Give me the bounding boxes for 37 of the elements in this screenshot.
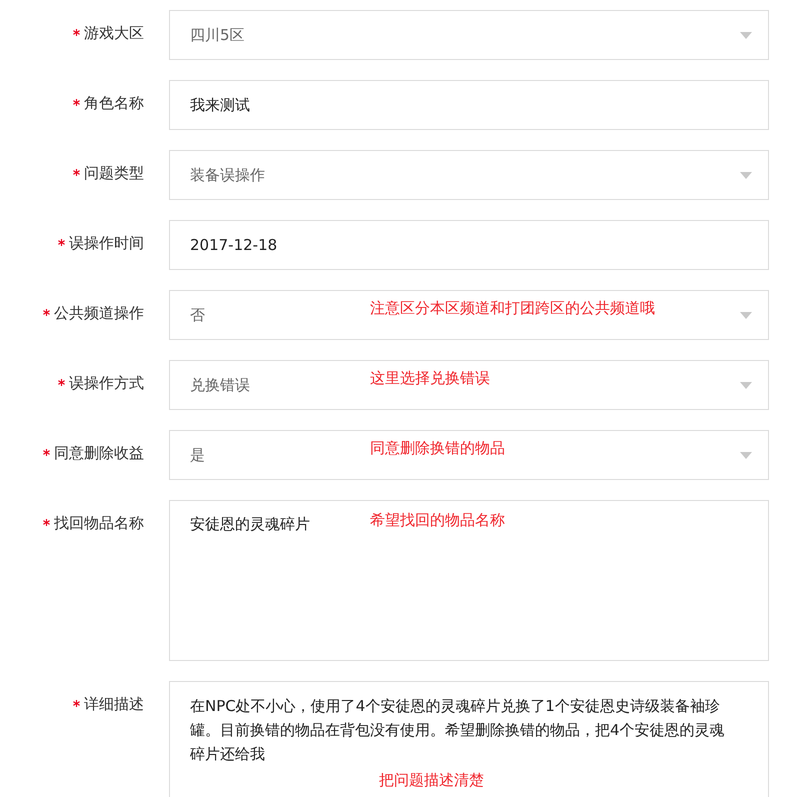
field-label: 误操作时间 <box>69 234 144 252</box>
caret-icon <box>740 32 752 39</box>
field-value: 我来测试 <box>190 96 250 114</box>
caret-icon <box>740 452 752 459</box>
select-field[interactable]: 是 同意删除换错的物品 <box>169 430 769 480</box>
field-label: 角色名称 <box>84 94 144 112</box>
annotation-text: 同意删除换错的物品 <box>370 439 505 458</box>
field-label: 游戏大区 <box>84 24 144 42</box>
field-label: 问题类型 <box>84 164 144 182</box>
field-label: 找回物品名称 <box>54 514 144 532</box>
caret-icon <box>740 312 752 319</box>
field-value: 四川5区 <box>190 26 245 44</box>
annotation-text: 希望找回的物品名称 <box>370 511 505 530</box>
annotation-text: 把问题描述清楚 <box>379 770 484 791</box>
field-label: 误操作方式 <box>69 374 144 392</box>
select-field[interactable]: 装备误操作 <box>169 150 769 200</box>
field-label: 详细描述 <box>84 695 144 713</box>
annotation-text: 注意区分本区频道和打团跨区的公共频道哦 <box>370 299 655 318</box>
select-field[interactable]: 兑换错误 这里选择兑换错误 <box>169 360 769 410</box>
input-field[interactable]: 2017-12-18 <box>169 220 769 270</box>
field-value: 兑换错误 <box>190 376 250 394</box>
field-label: 公共频道操作 <box>54 304 144 322</box>
field-value: 安徒恩的灵魂碎片 <box>190 515 310 533</box>
select-field[interactable]: 否 注意区分本区频道和打团跨区的公共频道哦 <box>169 290 769 340</box>
select-field[interactable]: 四川5区 <box>169 10 769 60</box>
textarea-field[interactable]: 在NPC处不小心，使用了4个安徒恩的灵魂碎片兑换了1个安徒恩史诗级装备袖珍罐。目前换错的物品在背包没有使用。希望删除换错的物品，把4个安徒恩的灵魂碎片还给我 把问题描述清楚 <box>169 681 769 797</box>
field-label: 同意删除收益 <box>54 444 144 462</box>
caret-icon <box>740 172 752 179</box>
textarea-field[interactable]: 安徒恩的灵魂碎片 希望找回的物品名称 <box>169 500 769 661</box>
annotation-text: 这里选择兑换错误 <box>370 369 490 388</box>
field-value: 在NPC处不小心，使用了4个安徒恩的灵魂碎片兑换了1个安徒恩史诗级装备袖珍罐。目前换错的物品在背包没有使用。希望删除换错的物品，把4个安徒恩的灵魂碎片还给我 <box>190 696 726 765</box>
field-value: 否 <box>190 306 205 324</box>
caret-icon <box>740 382 752 389</box>
field-value: 装备误操作 <box>190 166 265 184</box>
field-value: 2017-12-18 <box>190 236 278 254</box>
input-field[interactable]: 我来测试 <box>169 80 769 130</box>
field-value: 是 <box>190 446 205 464</box>
